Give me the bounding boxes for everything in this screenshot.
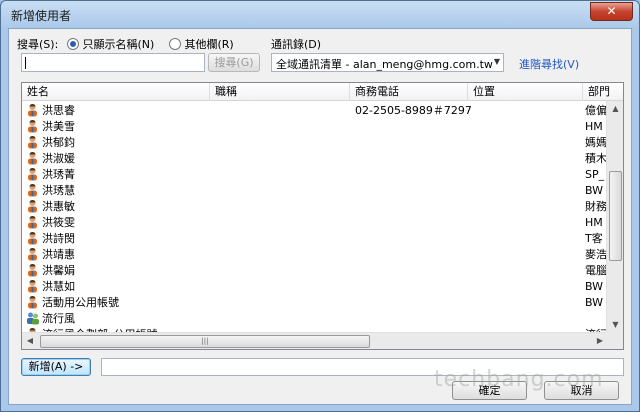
dialog-client-area: 搜尋(S): 只顯示名稱(N) 其他欄(R) 通訊錄(D) 搜尋(G) 全域通訊… bbox=[8, 28, 632, 405]
radio-other-label: 其他欄(R) bbox=[184, 38, 234, 51]
cell-department: 積木 bbox=[585, 152, 607, 165]
person-icon bbox=[26, 247, 39, 261]
person-icon bbox=[26, 215, 39, 229]
cell-department: 麥浩 bbox=[585, 248, 607, 261]
cell-name: 洪靖惠 bbox=[42, 248, 75, 261]
vertical-scroll-thumb[interactable] bbox=[609, 171, 622, 261]
table-row[interactable]: 洪靖惠 麥浩 bbox=[22, 246, 607, 262]
cell-name: 洪美雪 bbox=[42, 120, 75, 133]
column-header-title[interactable]: 職稱 bbox=[210, 83, 350, 101]
scrollbar-corner bbox=[606, 332, 623, 349]
text-caret bbox=[25, 57, 26, 69]
table-row[interactable]: 洪美雪 HM bbox=[22, 118, 607, 134]
person-icon bbox=[26, 119, 39, 133]
ok-button[interactable]: 確定 bbox=[452, 381, 527, 400]
chevron-down-icon[interactable]: ▼ bbox=[494, 57, 500, 66]
horizontal-scrollbar[interactable]: ◀ ||| ▶ bbox=[22, 332, 608, 349]
window-title: 新增使用者 bbox=[11, 9, 72, 23]
cancel-button[interactable]: 取消 bbox=[544, 381, 619, 400]
cell-name: 洪琇慧 bbox=[42, 184, 75, 197]
cell-phone: 02-2505-8989＃7297 bbox=[355, 104, 472, 117]
cell-department: HM bbox=[585, 216, 603, 229]
cell-department: 財務 bbox=[585, 200, 607, 213]
table-row[interactable]: 洪琇菁 SP_ bbox=[22, 166, 607, 182]
table-row[interactable]: 洪慧如 BW bbox=[22, 278, 607, 294]
cell-name: 活動用公用帳號 bbox=[42, 296, 119, 309]
radio-name-only-indicator[interactable] bbox=[67, 38, 79, 50]
cell-name: 洪慧如 bbox=[42, 280, 75, 293]
cell-name: 洪琇菁 bbox=[42, 168, 75, 181]
list-header: 姓名 職稱 商務電話 位置 部門 bbox=[22, 83, 623, 101]
cell-name: 洪郁鈞 bbox=[42, 136, 75, 149]
cell-department: SP_ bbox=[585, 168, 605, 181]
scroll-down-icon[interactable]: ▼ bbox=[607, 317, 623, 333]
address-book-selected-value: 全域通訊清單 - alan_meng@hmg.com.tw bbox=[276, 58, 493, 71]
cell-department: BW bbox=[585, 280, 604, 293]
scroll-left-icon[interactable]: ◀ bbox=[22, 333, 38, 349]
group-icon bbox=[26, 311, 39, 325]
radio-other-indicator[interactable] bbox=[169, 38, 181, 50]
column-header-phone[interactable]: 商務電話 bbox=[350, 83, 468, 101]
table-row[interactable]: 洪馨娟 電腦 bbox=[22, 262, 607, 278]
cell-department: BW bbox=[585, 296, 604, 309]
table-row[interactable]: 洪筱雯 HM bbox=[22, 214, 607, 230]
add-button[interactable]: 新增(A) -> bbox=[21, 358, 91, 376]
cell-department: 億偏 bbox=[585, 104, 607, 117]
table-row[interactable]: 洪惠敏 財務 bbox=[22, 198, 607, 214]
table-row[interactable]: 活動用公用帳號 BW bbox=[22, 294, 607, 310]
cell-department: 電腦 bbox=[585, 264, 607, 277]
advanced-find-link[interactable]: 進階尋找(V) bbox=[519, 56, 579, 72]
person-icon bbox=[26, 263, 39, 277]
person-icon bbox=[26, 135, 39, 149]
cell-name: 洪詩閔 bbox=[42, 232, 75, 245]
cell-department: BW bbox=[585, 184, 604, 197]
scroll-up-icon[interactable]: ▲ bbox=[607, 101, 623, 117]
cell-department: 媽媽 bbox=[585, 136, 607, 149]
cell-name: 洪思睿 bbox=[42, 104, 75, 117]
table-row[interactable]: 洪思睿 02-2505-8989＃7297 億偏 bbox=[22, 102, 607, 118]
cell-name: 洪馨娟 bbox=[42, 264, 75, 277]
table-row[interactable]: 洪琇慧 BW bbox=[22, 182, 607, 198]
close-button[interactable]: ✕ bbox=[590, 2, 633, 21]
list-rows: 洪思睿 02-2505-8989＃7297 億偏 洪美雪 HM 洪郁鈞 媽媽 洪淑媛 積木 洪琇菁… bbox=[22, 102, 607, 342]
radio-name-only-label: 只顯示名稱(N) bbox=[82, 38, 155, 51]
horizontal-scroll-thumb[interactable]: ||| bbox=[40, 335, 370, 348]
add-recipients-input[interactable] bbox=[101, 358, 624, 376]
search-button[interactable]: 搜尋(G) bbox=[208, 53, 260, 72]
vertical-scrollbar[interactable]: ▲ ▼ bbox=[606, 101, 623, 333]
cell-department: HM bbox=[585, 120, 603, 133]
cell-name: 洪筱雯 bbox=[42, 216, 75, 229]
table-row[interactable]: 洪淑媛 積木 bbox=[22, 150, 607, 166]
column-header-name[interactable]: 姓名 bbox=[22, 83, 210, 101]
search-label: 搜尋(S): bbox=[17, 38, 59, 51]
address-book-label: 通訊錄(D) bbox=[271, 38, 322, 51]
person-icon bbox=[26, 103, 39, 117]
address-book-select[interactable]: 全域通訊清單 - alan_meng@hmg.com.tw ▼ bbox=[271, 53, 504, 72]
person-icon bbox=[26, 295, 39, 309]
person-icon bbox=[26, 279, 39, 293]
column-header-location[interactable]: 位置 bbox=[468, 83, 583, 101]
cell-department: T客 bbox=[585, 232, 603, 245]
cell-name: 洪淑媛 bbox=[42, 152, 75, 165]
person-icon bbox=[26, 231, 39, 245]
title-bar: 新增使用者 ✕ bbox=[1, 1, 639, 27]
person-icon bbox=[26, 167, 39, 181]
dialog-window: 新增使用者 ✕ 搜尋(S): 只顯示名稱(N) 其他欄(R) 通訊錄(D) 搜尋… bbox=[0, 0, 640, 412]
cell-name: 洪惠敏 bbox=[42, 200, 75, 213]
table-row[interactable]: 洪郁鈞 媽媽 bbox=[22, 134, 607, 150]
table-row[interactable]: 流行風 bbox=[22, 310, 607, 326]
user-list[interactable]: 姓名 職稱 商務電話 位置 部門 洪思睿 02-2505-8989＃7297 億偏洪… bbox=[21, 82, 624, 350]
radio-name-only[interactable]: 只顯示名稱(N) bbox=[67, 36, 154, 52]
person-icon bbox=[26, 183, 39, 197]
cell-name: 流行風 bbox=[42, 312, 75, 325]
column-header-department[interactable]: 部門 bbox=[583, 83, 623, 101]
person-icon bbox=[26, 151, 39, 165]
table-row[interactable]: 洪詩閔 T客 bbox=[22, 230, 607, 246]
search-input[interactable] bbox=[21, 53, 205, 72]
person-icon bbox=[26, 199, 39, 213]
radio-other-columns[interactable]: 其他欄(R) bbox=[169, 36, 234, 52]
